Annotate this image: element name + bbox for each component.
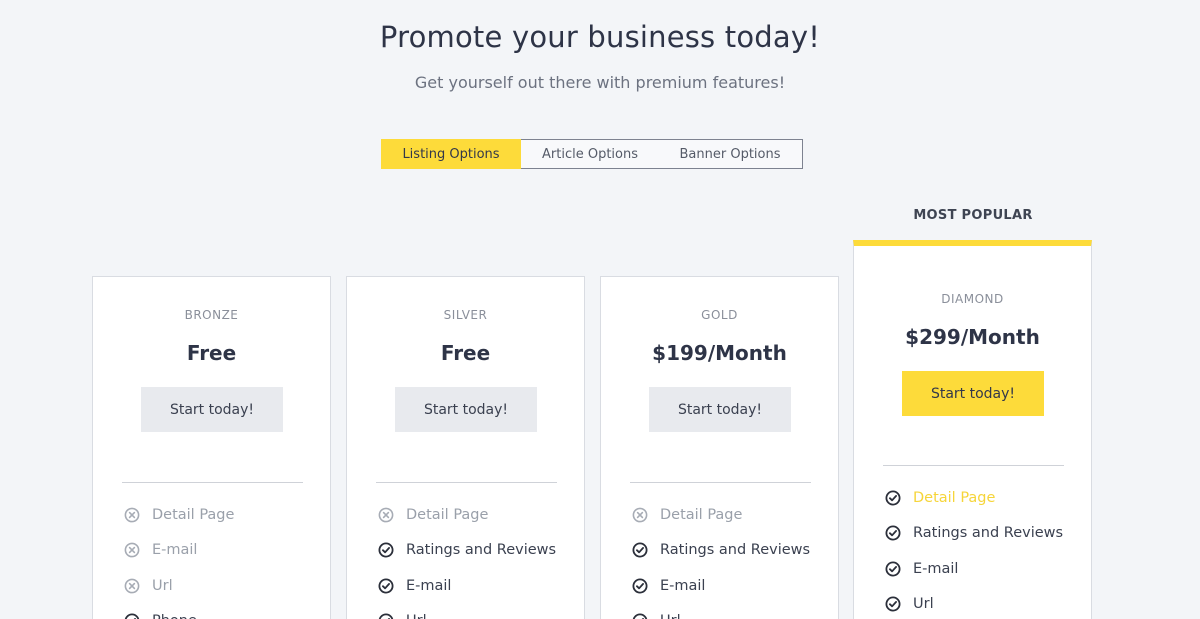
plan-card-gold: GOLD $199/Month Start today! Detail Page… [600, 276, 839, 619]
feature-label: Url [660, 613, 681, 619]
feature-item: Url [885, 587, 1063, 619]
most-popular-label: MOST POPULAR [913, 208, 1033, 223]
tab-article-options[interactable]: Article Options [521, 140, 659, 168]
feature-label: Detail Page [913, 489, 996, 506]
feature-item: Phone [124, 604, 234, 619]
feature-item: Detail Page [378, 497, 556, 533]
check-circle-icon [885, 596, 901, 612]
start-today-button[interactable]: Start today! [395, 387, 537, 432]
start-today-button[interactable]: Start today! [649, 387, 791, 432]
plan-card-silver: SILVER Free Start today! Detail Page Rati… [346, 276, 585, 619]
feature-item: Detail Page [124, 497, 234, 533]
feature-item: Ratings and Reviews [885, 516, 1063, 552]
feature-label: Url [913, 596, 934, 613]
x-circle-icon [378, 507, 394, 523]
tab-banner-options[interactable]: Banner Options [659, 140, 801, 168]
x-circle-icon [124, 507, 140, 523]
check-circle-icon [378, 542, 394, 558]
divider [883, 465, 1064, 466]
feature-list: Detail Page Ratings and Reviews E-mail Url [632, 497, 810, 619]
feature-label: Ratings and Reviews [406, 542, 557, 559]
x-circle-icon [124, 542, 140, 558]
x-circle-icon [632, 507, 648, 523]
feature-item: E-mail [378, 568, 556, 604]
feature-label: Detail Page [406, 506, 489, 523]
feature-item: Detail Page [885, 480, 1063, 516]
feature-list: Detail Page Ratings and Reviews E-mail Url [885, 480, 1063, 619]
feature-item: E-mail [632, 568, 810, 604]
plan-price: $199/Month [652, 341, 787, 365]
check-circle-icon [632, 542, 648, 558]
check-circle-icon [124, 613, 140, 619]
feature-label: E-mail [660, 577, 706, 594]
feature-item: Detail Page [632, 497, 810, 533]
feature-item: Url [378, 604, 556, 619]
options-tabs: Listing Options Article Options Banner O… [381, 139, 803, 169]
feature-item: Ratings and Reviews [378, 533, 556, 569]
check-circle-icon [885, 561, 901, 577]
feature-list: Detail Page E-mail Url Phone [124, 497, 234, 619]
feature-label: Detail Page [660, 506, 743, 523]
check-circle-icon [632, 613, 648, 619]
plan-tier: DIAMOND [941, 292, 1004, 306]
check-circle-icon [885, 490, 901, 506]
plan-price: Free [440, 341, 491, 365]
feature-label: Url [406, 613, 427, 619]
check-circle-icon [378, 578, 394, 594]
divider [630, 482, 811, 483]
feature-item: E-mail [124, 533, 234, 569]
plan-card-bronze: BRONZE Free Start today! Detail Page E-ma… [92, 276, 331, 619]
feature-item: E-mail [885, 551, 1063, 587]
start-today-button[interactable]: Start today! [141, 387, 283, 432]
plan-tier: BRONZE [184, 308, 239, 322]
divider [376, 482, 557, 483]
feature-label: Phone [152, 613, 197, 619]
page-subtitle: Get yourself out there with premium feat… [414, 73, 786, 92]
feature-label: Ratings and Reviews [660, 542, 811, 559]
feature-label: Detail Page [152, 506, 235, 523]
check-circle-icon [378, 613, 394, 619]
feature-item: Ratings and Reviews [632, 533, 810, 569]
feature-label: Url [152, 577, 173, 594]
tab-listing-options[interactable]: Listing Options [381, 139, 521, 169]
feature-item: Url [632, 604, 810, 619]
start-today-button[interactable]: Start today! [902, 371, 1044, 416]
feature-label: E-mail [406, 577, 452, 594]
divider [122, 482, 303, 483]
check-circle-icon [632, 578, 648, 594]
feature-label: Ratings and Reviews [913, 525, 1064, 542]
plan-price: $299/Month [905, 325, 1040, 349]
plan-tier: GOLD [701, 308, 738, 322]
plan-tier: SILVER [443, 308, 488, 322]
plan-price: Free [186, 341, 237, 365]
x-circle-icon [124, 578, 140, 594]
feature-label: E-mail [913, 560, 959, 577]
page-title: Promote your business today! [379, 20, 821, 54]
feature-label: E-mail [152, 542, 198, 559]
check-circle-icon [885, 525, 901, 541]
feature-item: Url [124, 568, 234, 604]
plan-card-diamond: DIAMOND $299/Month Start today! Detail P… [853, 240, 1092, 619]
feature-list: Detail Page Ratings and Reviews E-mail Url [378, 497, 556, 619]
